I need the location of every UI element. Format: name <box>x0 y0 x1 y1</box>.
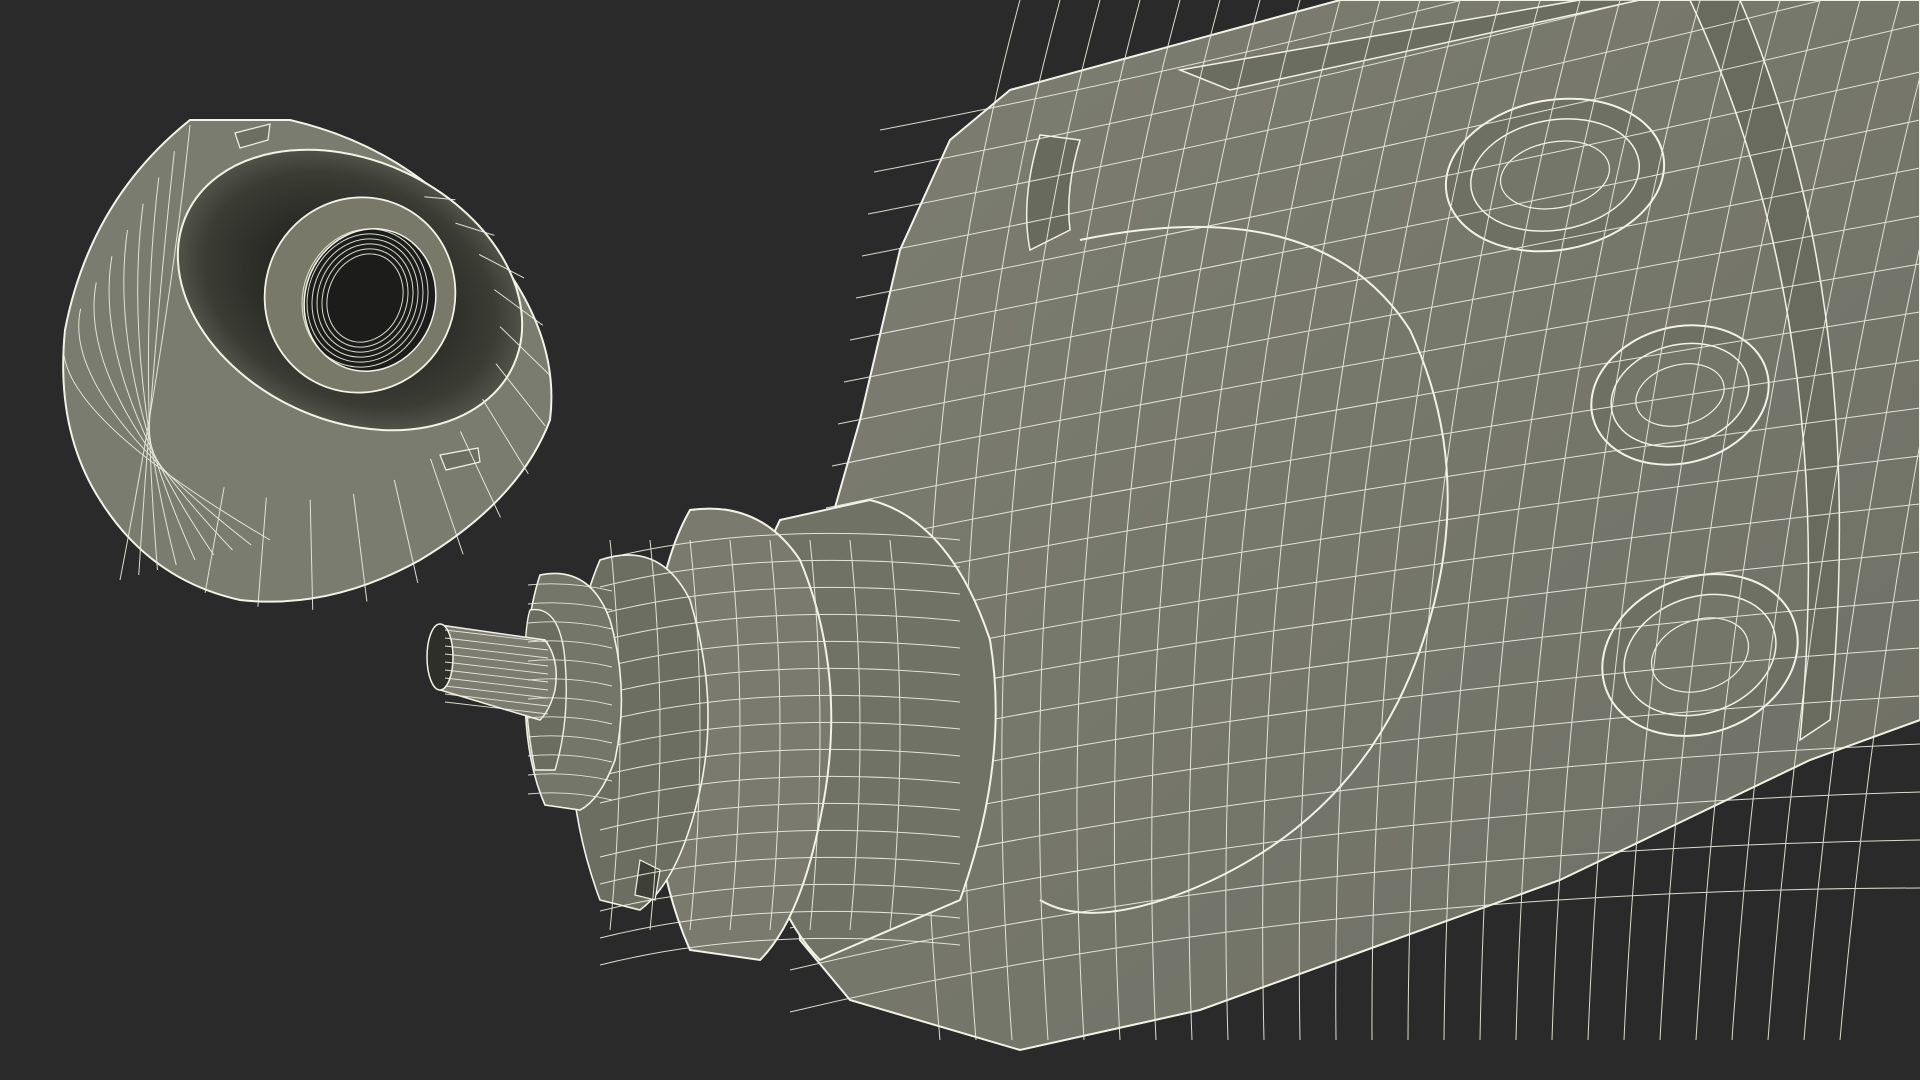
wireframe-scene <box>62 0 1920 1052</box>
render-viewport <box>0 0 1920 1080</box>
bottle-neck <box>569 498 997 966</box>
nozzle-tip-opening <box>426 623 454 691</box>
bottle-nozzle <box>426 572 623 811</box>
bottle-cap <box>62 119 553 610</box>
